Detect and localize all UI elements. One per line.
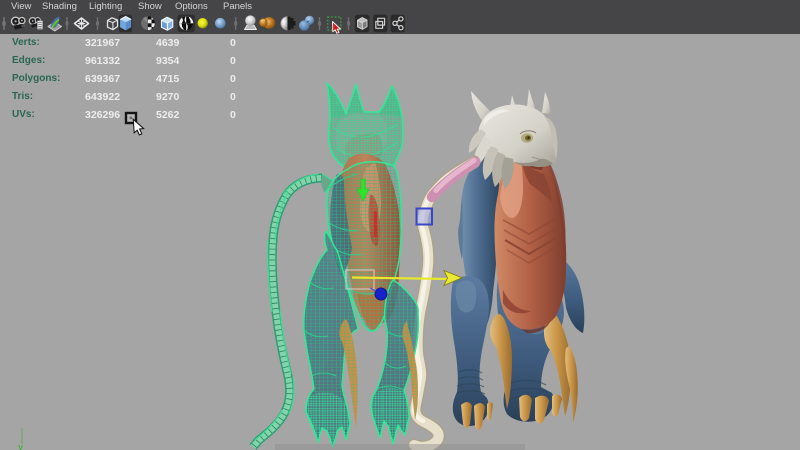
svg-text:y: y [18,442,23,450]
